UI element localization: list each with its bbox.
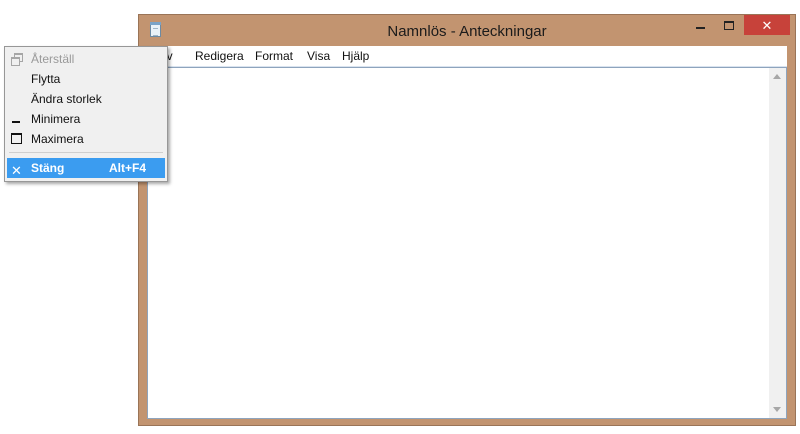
notepad-window[interactable]: Namnlös - Anteckningar ✕ iv Redigera For… [138, 14, 796, 426]
title-bar[interactable]: Namnlös - Anteckningar ✕ [139, 15, 795, 47]
text-editor[interactable] [147, 67, 787, 419]
menu-item-label: Stäng [31, 161, 65, 175]
minimize-icon [696, 27, 705, 29]
menu-separator [9, 152, 163, 153]
menu-item-label: Ändra storlek [31, 92, 102, 106]
menu-item-label: Maximera [31, 132, 84, 146]
system-menu: Återställ Flytta Ändra storlek Minimera … [4, 46, 168, 182]
maximize-icon [11, 133, 22, 144]
maximize-button[interactable] [715, 15, 742, 35]
close-icon: ✕ [11, 163, 22, 178]
vertical-scrollbar[interactable] [769, 68, 786, 418]
scroll-up-icon[interactable] [773, 74, 781, 79]
client-area: iv Redigera Format Visa Hjälp [147, 46, 787, 419]
menu-format[interactable]: Format [255, 49, 293, 63]
menu-item-shortcut: Alt+F4 [109, 161, 147, 175]
menu-item-resize[interactable]: Ändra storlek [7, 89, 165, 109]
restore-icon [11, 53, 23, 66]
menu-item-move[interactable]: Flytta [7, 69, 165, 89]
menu-item-label: Återställ [31, 52, 75, 66]
minimize-icon [11, 113, 20, 123]
maximize-icon [723, 20, 734, 30]
menu-item-restore[interactable]: Återställ [7, 49, 165, 69]
menu-visa[interactable]: Visa [307, 49, 330, 63]
menu-redigera[interactable]: Redigera [195, 49, 244, 63]
menu-bar: iv Redigera Format Visa Hjälp [147, 46, 787, 67]
menu-item-label: Minimera [31, 112, 81, 126]
menu-item-maximize[interactable]: Maximera [7, 129, 165, 149]
menu-item-label: Flytta [31, 72, 61, 86]
scroll-down-icon[interactable] [773, 407, 781, 412]
menu-item-close[interactable]: ✕ Stäng Alt+F4 [7, 158, 165, 178]
menu-hjalp[interactable]: Hjälp [342, 49, 369, 63]
close-button[interactable]: ✕ [744, 15, 790, 35]
close-icon: ✕ [761, 17, 773, 33]
menu-item-minimize[interactable]: Minimera [7, 109, 165, 129]
minimize-button[interactable] [687, 15, 714, 35]
